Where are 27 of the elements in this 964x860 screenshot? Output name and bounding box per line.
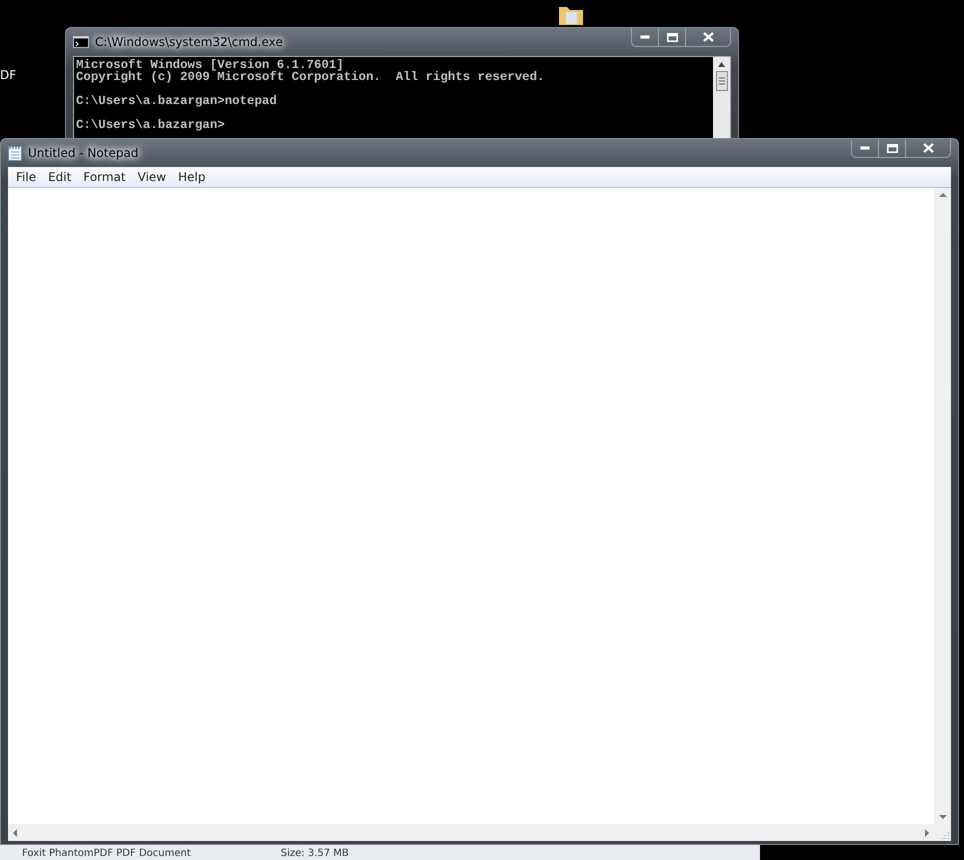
menu-item[interactable]: View xyxy=(132,168,172,186)
folder-icon[interactable] xyxy=(558,4,584,26)
maximize-icon xyxy=(886,144,898,152)
vertical-scrollbar[interactable] xyxy=(934,188,951,824)
details-text: Size: 3.57 MB xyxy=(280,847,349,860)
close-icon xyxy=(702,32,714,42)
menu-item[interactable]: File xyxy=(10,168,42,186)
close-icon xyxy=(922,143,934,153)
window-title: Untitled - Notepad xyxy=(28,145,138,162)
minimize-icon xyxy=(640,35,650,39)
console-icon xyxy=(73,36,89,48)
scroll-left-icon[interactable] xyxy=(12,828,18,836)
scroll-up-icon[interactable] xyxy=(938,192,946,198)
scroll-right-icon[interactable] xyxy=(924,828,930,836)
scroll-down-icon[interactable] xyxy=(938,814,946,820)
menu-item[interactable]: Help xyxy=(172,168,212,186)
desktop-icon-label: DF xyxy=(0,67,16,84)
menu-item[interactable]: Edit xyxy=(42,168,78,186)
minimize-icon xyxy=(860,146,870,150)
window-title: C:\Windows\system32\cmd.exe xyxy=(95,34,283,51)
scroll-thumb[interactable] xyxy=(716,71,728,91)
details-text: Foxit PhantomPDF PDF Document xyxy=(22,847,191,860)
maximize-icon xyxy=(666,32,678,42)
notepad-icon xyxy=(8,145,22,161)
vertical-scrollbar[interactable] xyxy=(713,57,730,139)
console-output: Microsoft Windows [Version 6.1.7601] Copyright (c) 2009 Microsoft Corporation. All rights reserved. C:\Users\a.bazargan>notepad C:\Users\a.bazargan> xyxy=(75,57,546,134)
menu-item[interactable]: Format xyxy=(77,168,132,186)
